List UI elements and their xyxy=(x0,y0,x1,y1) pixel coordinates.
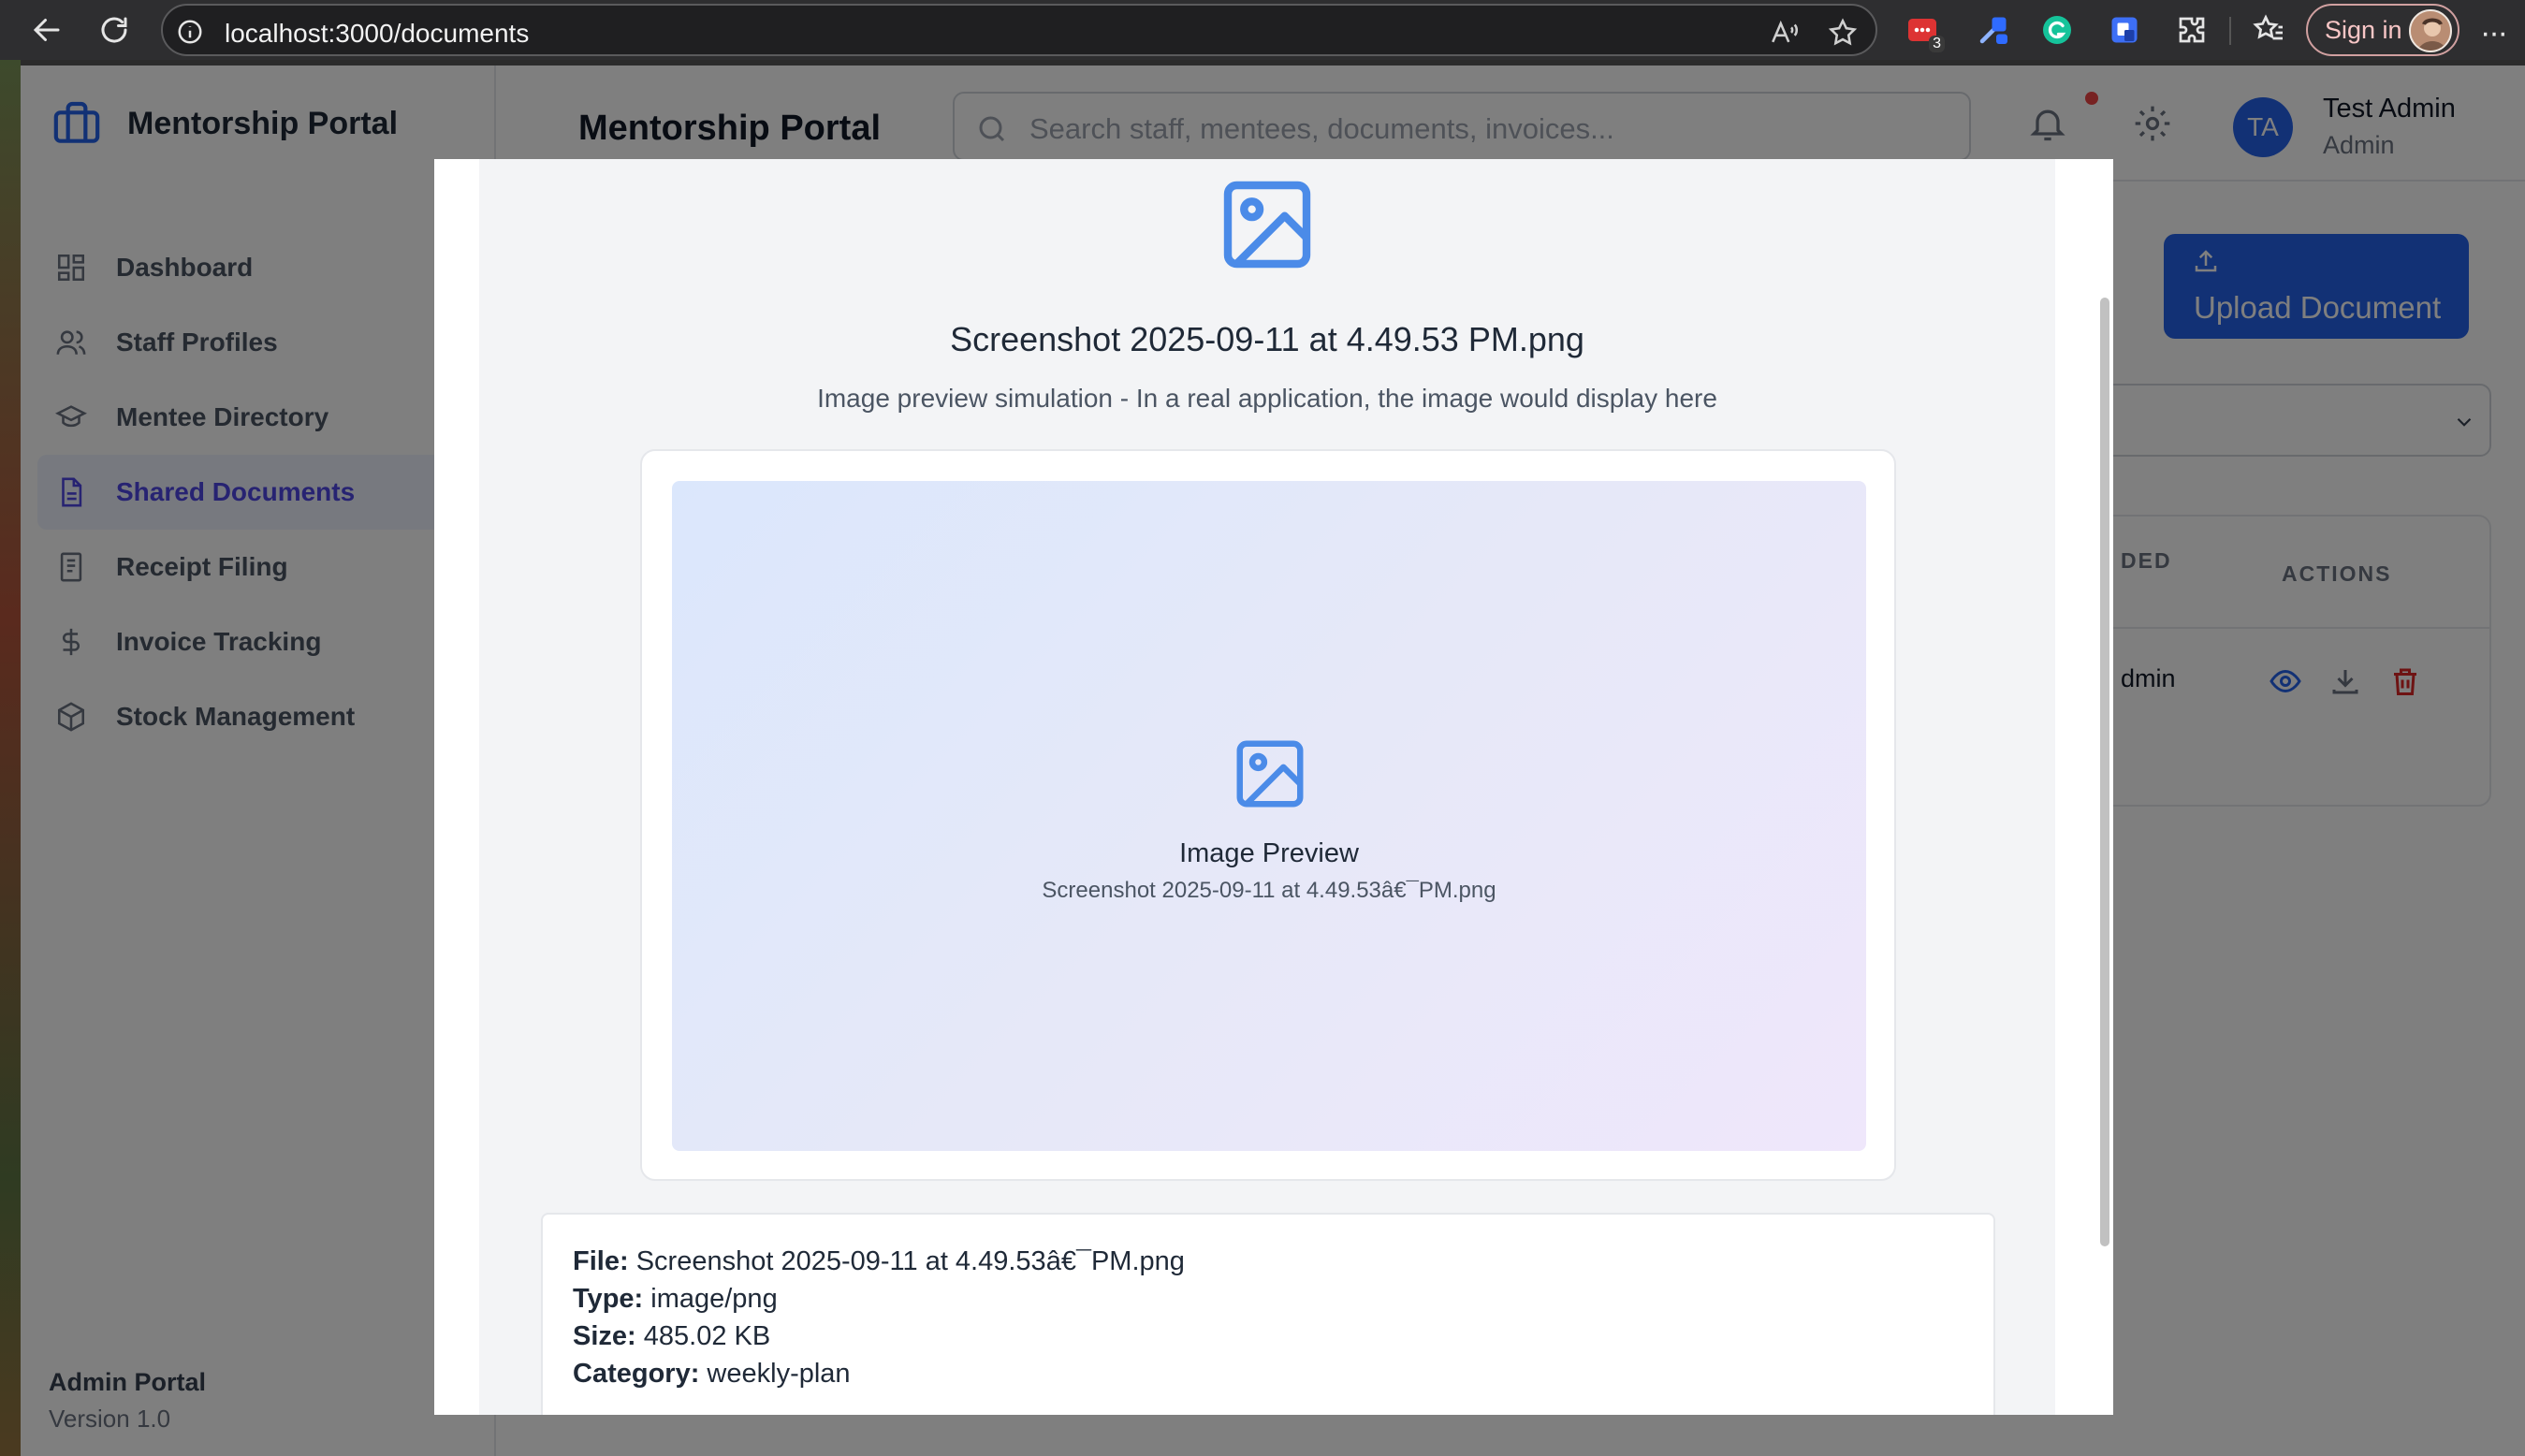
back-arrow-icon xyxy=(33,19,60,41)
detail-file: File: Screenshot 2025-09-11 at 4.49.53â€… xyxy=(573,1243,1963,1280)
desktop-background-strip xyxy=(0,60,21,1456)
detail-label: File: xyxy=(573,1246,629,1276)
preview-file-title: Screenshot 2025-09-11 at 4.49.53 PM.png xyxy=(950,320,1584,358)
sign-in-button[interactable]: Sign in xyxy=(2306,4,2459,56)
browser-menu-icon[interactable]: ··· xyxy=(2480,15,2508,51)
read-aloud-icon[interactable] xyxy=(1769,17,1801,53)
address-bar[interactable]: localhost:3000/documents xyxy=(161,4,1877,56)
detail-label: Category: xyxy=(573,1359,700,1389)
detail-size: Size: 485.02 KB xyxy=(573,1318,1963,1355)
reload-button[interactable] xyxy=(94,9,135,51)
url-text[interactable]: localhost:3000/documents xyxy=(225,19,529,49)
detail-value: 485.02 KB xyxy=(643,1321,771,1351)
image-file-icon xyxy=(1215,172,1320,282)
detail-value: Screenshot 2025-09-11 at 4.49.53â€¯PM.pn… xyxy=(635,1246,1185,1276)
browser-toolbar: localhost:3000/documents 3 Sign in ··· xyxy=(0,0,2525,60)
detail-label: Size: xyxy=(573,1321,636,1351)
preview-content: Screenshot 2025-09-11 at 4.49.53 PM.png … xyxy=(479,159,2055,1415)
favorite-star-icon[interactable] xyxy=(1827,17,1859,53)
reload-icon xyxy=(101,17,127,43)
preview-simulation-text: Image preview simulation - In a real app… xyxy=(817,384,1717,413)
image-preview-area: Image Preview Screenshot 2025-09-11 at 4… xyxy=(672,481,1866,1151)
detail-category: Category: weekly-plan xyxy=(573,1355,1963,1392)
grammarly-icon[interactable] xyxy=(2038,11,2076,49)
extension-pin-icon[interactable] xyxy=(1975,11,2012,49)
site-info-icon[interactable] xyxy=(176,18,204,51)
sign-in-label: Sign in xyxy=(2325,15,2402,44)
file-details-panel: File: Screenshot 2025-09-11 at 4.49.53â€… xyxy=(541,1213,1995,1415)
image-preview-title: Image Preview xyxy=(1179,838,1359,868)
extension-badge: 3 xyxy=(1929,36,1945,52)
document-preview-modal: Screenshot 2025-09-11 at 4.49.53 PM.png … xyxy=(434,159,2113,1415)
extensions-puzzle-icon[interactable] xyxy=(2173,11,2211,49)
profile-avatar xyxy=(2409,9,2452,52)
modal-scrollbar[interactable] xyxy=(2100,298,2109,1246)
image-placeholder-icon xyxy=(1230,734,1310,819)
detail-type: Type: image/png xyxy=(573,1280,1963,1318)
back-button[interactable] xyxy=(26,9,67,51)
toolbar-separator xyxy=(2229,17,2231,45)
image-preview-filename: Screenshot 2025-09-11 at 4.49.53â€¯PM.pn… xyxy=(1042,878,1496,903)
favorites-icon[interactable] xyxy=(2250,11,2287,49)
detail-value: image/png xyxy=(650,1284,778,1314)
image-preview-card: Image Preview Screenshot 2025-09-11 at 4… xyxy=(640,449,1896,1181)
extension-red-icon[interactable]: 3 xyxy=(1904,11,1945,52)
detail-label: Type: xyxy=(573,1284,644,1314)
detail-value: weekly-plan xyxy=(707,1359,851,1389)
extension-shield-icon[interactable] xyxy=(2106,11,2143,49)
